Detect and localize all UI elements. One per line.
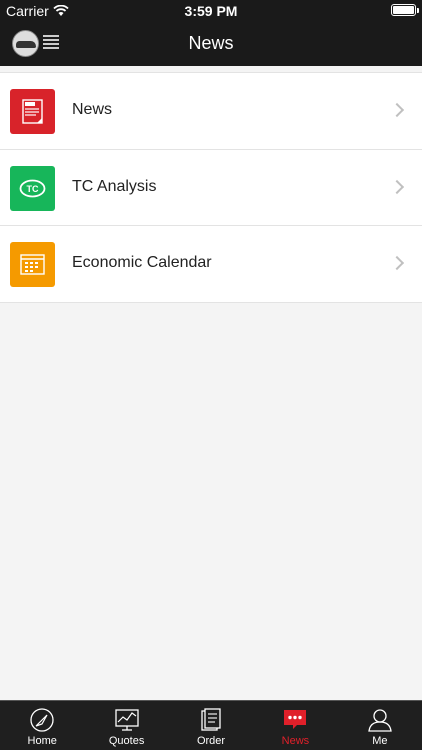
- page-title: News: [188, 33, 234, 53]
- calendar-icon: [10, 242, 55, 287]
- tab-quotes[interactable]: Quotes: [84, 701, 168, 750]
- tab-news[interactable]: News: [253, 701, 337, 750]
- chevron-right-icon: [389, 179, 405, 194]
- order-document-icon: [201, 708, 221, 731]
- news-menu-list: News TC TC Analysis Economic Calendar: [0, 72, 422, 303]
- navigation-bar: News: [0, 22, 422, 66]
- tab-label: News: [281, 735, 310, 747]
- tc-icon: TC: [10, 165, 55, 211]
- list-item-label: Economic Calendar: [72, 254, 212, 271]
- tab-label: Quotes: [108, 735, 145, 747]
- list-item-tc-analysis[interactable]: TC TC Analysis: [0, 150, 422, 226]
- list-item-label: News: [72, 101, 113, 118]
- quotes-chart-icon: [114, 709, 139, 731]
- tab-label: Me: [372, 735, 388, 747]
- profile-icon: [368, 709, 392, 732]
- chevron-right-icon: [389, 255, 405, 271]
- list-item-label: TC Analysis: [72, 177, 157, 195]
- home-compass-icon: [30, 708, 54, 732]
- battery-icon: [391, 4, 419, 16]
- tab-me[interactable]: Me: [338, 701, 422, 750]
- news-chat-icon: [284, 710, 307, 729]
- status-bar: Carrier 3:59 PM: [0, 0, 422, 22]
- list-item-news[interactable]: News: [0, 73, 422, 150]
- tab-label: Order: [196, 735, 226, 747]
- tab-order[interactable]: Order: [169, 701, 253, 750]
- tab-bar: Home Quotes Order News Me: [0, 700, 422, 750]
- tab-home[interactable]: Home: [0, 701, 84, 750]
- tab-label: Home: [27, 735, 57, 747]
- list-item-economic-calendar[interactable]: Economic Calendar: [0, 226, 422, 303]
- chevron-right-icon: [389, 102, 405, 118]
- svg-text:TC: TC: [27, 184, 39, 194]
- clock: 3:59 PM: [184, 3, 238, 19]
- news-icon: [10, 89, 55, 134]
